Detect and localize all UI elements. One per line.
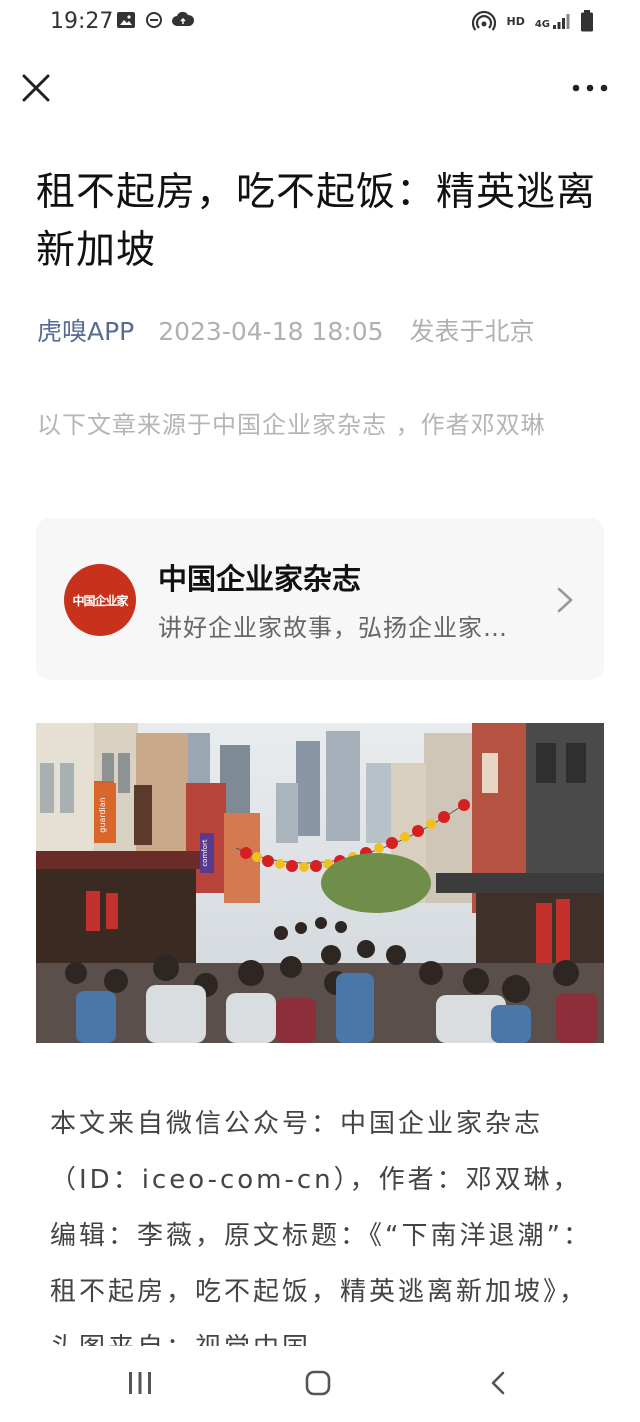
more-options-button[interactable] [570, 76, 610, 100]
account-description: 讲好企业家故事，弘扬企业家精神 [158, 614, 530, 642]
more-icon [572, 84, 608, 92]
signal-icon [553, 14, 570, 29]
publish-location: 发表于北京 [409, 317, 535, 346]
hd-indicator: HD [506, 14, 525, 28]
article-meta: 虎嗅APP 2023-04-18 18:05 发表于北京 [37, 312, 534, 348]
sign-comfort: comfort [201, 839, 209, 867]
image-icon [117, 12, 135, 28]
hero-image: guardian comfort [36, 723, 604, 1043]
account-card[interactable]: 中国企业家 中国企业家杂志 讲好企业家故事，弘扬企业家精神 [36, 518, 604, 680]
hotspot-icon [472, 10, 497, 31]
back-icon[interactable] [488, 1370, 508, 1396]
article-body: 本文来自微信公众号：中国企业家杂志（ID：iceo-com-cn），作者：邓双琳… [50, 1109, 592, 1346]
close-icon [22, 74, 50, 102]
street-scene-illustration: guardian comfort [36, 723, 604, 1043]
home-icon[interactable] [305, 1370, 331, 1396]
author-link[interactable]: 虎嗅APP [37, 317, 134, 346]
account-logo: 中国企业家 [64, 564, 136, 636]
article-title: 租不起房，吃不起饭：精英逃离新加坡 [36, 170, 597, 273]
cloud-sync-icon [172, 11, 194, 26]
status-time: 19:27 [50, 9, 114, 34]
sign-guardian: guardian [98, 797, 107, 832]
network-type: 4G [534, 19, 550, 30]
system-nav-bar [0, 1346, 640, 1422]
close-button[interactable] [18, 70, 54, 106]
battery-icon [581, 10, 593, 32]
account-logo-text: 中国企业家 [72, 593, 128, 608]
account-name: 中国企业家杂志 [158, 562, 362, 596]
publish-date: 2023-04-18 18:05 [158, 317, 384, 346]
chevron-right-icon [557, 587, 573, 613]
status-bar: 19:27 HD 4G [0, 0, 640, 46]
recent-apps-icon[interactable] [127, 1370, 153, 1396]
source-note: 以下文章来源于中国企业家杂志 ，作者邓双琳 [37, 411, 546, 439]
do-not-disturb-icon [146, 12, 162, 28]
